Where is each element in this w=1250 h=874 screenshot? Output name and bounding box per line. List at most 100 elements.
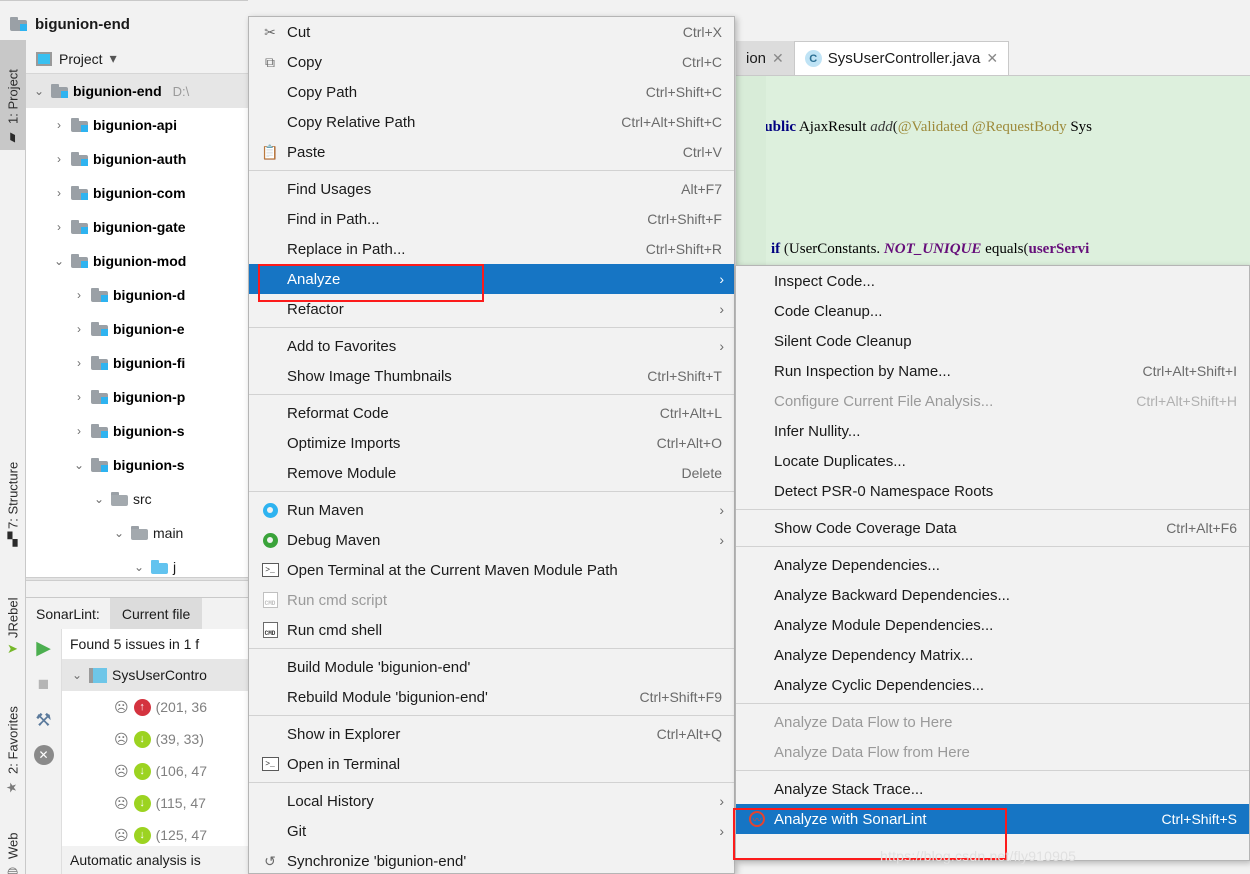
menu-item-add-to-favorites[interactable]: Add to Favorites › <box>249 331 734 361</box>
chevron-down-icon[interactable]: ⌄ <box>72 458 86 472</box>
menu-item-analyze[interactable]: Analyze › <box>249 264 734 294</box>
menu-item-find-usages[interactable]: Find Usages Alt+F7 <box>249 174 734 204</box>
menu-item-detect-psr0-namespace-roots[interactable]: Detect PSR-0 Namespace Roots <box>736 476 1249 506</box>
menu-item-analyze-with-sonarlint[interactable]: 〰 Analyze with SonarLint Ctrl+Shift+S <box>736 804 1249 834</box>
sidebar-item-jrebel[interactable]: ➤ JRebel <box>0 550 26 660</box>
menu-item-analyze-cyclic-dependencies[interactable]: Analyze Cyclic Dependencies... <box>736 670 1249 700</box>
menu-item-remove-module[interactable]: Remove Module Delete <box>249 458 734 488</box>
chevron-down-icon[interactable]: ⌄ <box>92 492 106 506</box>
menu-item-analyze-module-dependencies[interactable]: Analyze Module Dependencies... <box>736 610 1249 640</box>
tree-row[interactable]: › bigunion-e <box>26 312 248 346</box>
tree-row[interactable]: ⌄ src <box>26 482 248 516</box>
menu-item-code-cleanup[interactable]: Code Cleanup... <box>736 296 1249 326</box>
menu-item-copy[interactable]: ⧉ Copy Ctrl+C <box>249 47 734 77</box>
chevron-right-icon[interactable]: › <box>72 322 86 336</box>
menu-item-infer-nullity[interactable]: Infer Nullity... <box>736 416 1249 446</box>
menu-item-inspect-code[interactable]: Inspect Code... <box>736 266 1249 296</box>
list-item[interactable]: ☹ ↓ (106, 47 <box>62 755 248 787</box>
menu-item-debug-maven[interactable]: Debug Maven › <box>249 525 734 555</box>
clear-button[interactable]: ✕ <box>33 745 54 765</box>
menu-item-analyze-dependencies[interactable]: Analyze Dependencies... <box>736 550 1249 580</box>
chevron-down-icon[interactable]: ⌄ <box>112 526 126 540</box>
sonarlint-status-text: Automatic analysis is <box>62 846 248 874</box>
menu-item-find-in-path[interactable]: Find in Path... Ctrl+Shift+F <box>249 204 734 234</box>
menu-item-run-cmd-shell[interactable]: CMD Run cmd shell <box>249 615 734 645</box>
tree-row[interactable]: ⌄ j <box>26 550 248 577</box>
menu-item-local-history[interactable]: Local History › <box>249 786 734 816</box>
project-context-menu[interactable]: ✂ Cut Ctrl+X ⧉ Copy Ctrl+C Copy Path Ctr… <box>248 16 735 874</box>
menu-item-reformat-code[interactable]: Reformat Code Ctrl+Alt+L <box>249 398 734 428</box>
menu-item-rebuild-module[interactable]: Rebuild Module 'bigunion-end' Ctrl+Shift… <box>249 682 734 712</box>
menu-item-optimize-imports[interactable]: Optimize Imports Ctrl+Alt+O <box>249 428 734 458</box>
list-item[interactable]: ☹ ↓ (115, 47 <box>62 787 248 819</box>
editor-tab-partial[interactable]: ion ✕ <box>736 41 794 75</box>
menu-item-analyze-stack-trace[interactable]: Analyze Stack Trace... <box>736 774 1249 804</box>
run-analysis-button[interactable]: ▶ <box>36 637 51 660</box>
analyze-submenu[interactable]: Inspect Code... Code Cleanup... Silent C… <box>735 265 1250 861</box>
tree-row[interactable]: › bigunion-s <box>26 414 248 448</box>
menu-item-show-in-explorer[interactable]: Show in Explorer Ctrl+Alt+Q <box>249 719 734 749</box>
menu-item-build-module[interactable]: Build Module 'bigunion-end' <box>249 652 734 682</box>
list-item[interactable]: ☹ ↓ (125, 47 <box>62 819 248 846</box>
chevron-right-icon[interactable]: › <box>52 118 66 132</box>
menu-item-analyze-dependency-matrix[interactable]: Analyze Dependency Matrix... <box>736 640 1249 670</box>
project-tree[interactable]: ⌄ bigunion-end D:\ › bigunion-api › bigu… <box>26 74 248 577</box>
menu-item-paste[interactable]: 📋 Paste Ctrl+V <box>249 137 734 167</box>
close-icon[interactable]: ✕ <box>772 50 784 67</box>
menu-item-open-in-terminal[interactable]: >_ Open in Terminal <box>249 749 734 779</box>
chevron-down-icon[interactable]: ⌄ <box>32 84 46 98</box>
menu-item-git[interactable]: Git › <box>249 816 734 846</box>
sidebar-item-web[interactable]: ◍ Web <box>0 805 26 874</box>
chevron-right-icon[interactable]: › <box>52 186 66 200</box>
chevron-down-icon[interactable]: ▾ <box>110 50 117 67</box>
tree-row[interactable]: › bigunion-auth <box>26 142 248 176</box>
settings-button[interactable]: ⚒ <box>35 710 51 731</box>
list-item[interactable]: ☹ ↑ (201, 36 <box>62 691 248 723</box>
chevron-right-icon[interactable]: › <box>72 424 86 438</box>
menu-item-run-maven[interactable]: Run Maven › <box>249 495 734 525</box>
menu-item-refactor[interactable]: Refactor › <box>249 294 734 324</box>
sidebar-item-favorites[interactable]: ★ 2: Favorites <box>0 665 26 800</box>
chevron-right-icon[interactable]: › <box>72 288 86 302</box>
menu-item-cut[interactable]: ✂ Cut Ctrl+X <box>249 17 734 47</box>
menu-item-synchronize[interactable]: ↺ Synchronize 'bigunion-end' <box>249 846 734 873</box>
chevron-down-icon[interactable]: ⌄ <box>52 254 66 268</box>
menu-item-open-terminal-maven-path[interactable]: >_ Open Terminal at the Current Maven Mo… <box>249 555 734 585</box>
tree-row[interactable]: › bigunion-gate <box>26 210 248 244</box>
tree-row[interactable]: › bigunion-com <box>26 176 248 210</box>
chevron-right-icon[interactable]: › <box>52 152 66 166</box>
panel-splitter[interactable] <box>26 577 248 581</box>
project-selector-label[interactable]: Project <box>59 51 103 67</box>
tree-row[interactable]: › bigunion-api <box>26 108 248 142</box>
menu-item-copy-relative-path[interactable]: Copy Relative Path Ctrl+Alt+Shift+C <box>249 107 734 137</box>
editor-tab-sysusercontroller[interactable]: C SysUserController.java ✕ <box>793 41 1010 75</box>
tree-row[interactable]: ⌄ bigunion-s <box>26 448 248 482</box>
sidebar-item-structure[interactable]: ▚ 7: Structure <box>0 420 26 550</box>
menu-item-analyze-backward-dependencies[interactable]: Analyze Backward Dependencies... <box>736 580 1249 610</box>
sidebar-item-project[interactable]: ▰ 1: Project <box>0 40 26 150</box>
menu-item-locate-duplicates[interactable]: Locate Duplicates... <box>736 446 1249 476</box>
list-item[interactable]: ☹ ↓ (39, 33) <box>62 723 248 755</box>
menu-item-replace-in-path[interactable]: Replace in Path... Ctrl+Shift+R <box>249 234 734 264</box>
chevron-right-icon[interactable]: › <box>72 356 86 370</box>
tree-row[interactable]: › bigunion-d <box>26 278 248 312</box>
tree-row[interactable]: › bigunion-fi <box>26 346 248 380</box>
chevron-right-icon[interactable]: › <box>72 390 86 404</box>
tree-row[interactable]: ⌄ main <box>26 516 248 550</box>
sonarlint-file-node[interactable]: ⌄ SysUserContro <box>62 659 248 691</box>
menu-item-show-code-coverage-data[interactable]: Show Code Coverage Data Ctrl+Alt+F6 <box>736 513 1249 543</box>
chevron-right-icon[interactable]: › <box>52 220 66 234</box>
menu-item-copy-path[interactable]: Copy Path Ctrl+Shift+C <box>249 77 734 107</box>
tree-row[interactable]: › bigunion-p <box>26 380 248 414</box>
menu-item-silent-code-cleanup[interactable]: Silent Code Cleanup <box>736 326 1249 356</box>
menu-item-show-image-thumbnails[interactable]: Show Image Thumbnails Ctrl+Shift+T <box>249 361 734 391</box>
sonarlint-issues-panel[interactable]: Found 5 issues in 1 f ⌄ SysUserContro ☹ … <box>62 629 248 846</box>
tree-row[interactable]: ⌄ bigunion-end D:\ <box>26 74 248 108</box>
chevron-down-icon[interactable]: ⌄ <box>70 668 84 682</box>
tree-row[interactable]: ⌄ bigunion-mod <box>26 244 248 278</box>
close-icon[interactable]: ✕ <box>986 50 998 67</box>
stop-button[interactable]: ■ <box>38 674 49 696</box>
chevron-down-icon[interactable]: ⌄ <box>132 560 146 574</box>
tab-current-file[interactable]: Current file <box>109 597 203 630</box>
menu-item-run-inspection-by-name[interactable]: Run Inspection by Name... Ctrl+Alt+Shift… <box>736 356 1249 386</box>
